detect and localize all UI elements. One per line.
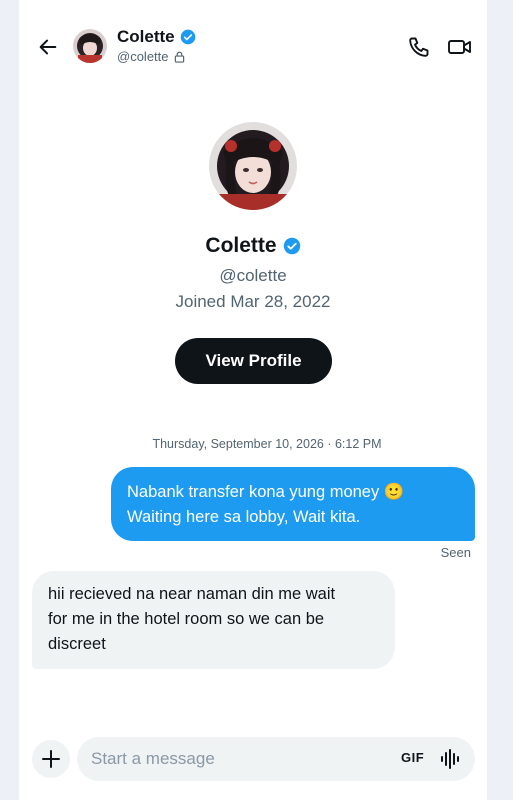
incoming-message-bubble[interactable]: hii recieved na near naman din me wait f… [32, 571, 395, 669]
lock-icon [174, 51, 184, 63]
plus-icon [42, 750, 60, 768]
header-handle-row: @colette [117, 49, 185, 64]
phone-icon [409, 37, 429, 57]
message-line: hii recieved na near naman din me wait [48, 585, 336, 603]
video-camera-icon [448, 40, 471, 54]
profile-joined-date: Joined Mar 28, 2022 [175, 292, 331, 311]
conversation-header: Colette @colette [19, 0, 487, 90]
profile-name-row: Colette [19, 234, 487, 258]
header-handle: @colette [117, 49, 169, 64]
verified-badge-icon [180, 29, 195, 45]
profile-handle: @colette [219, 266, 287, 285]
outgoing-message-bubble[interactable]: Nabank transfer kona yung money 🙂 Waitin… [111, 467, 475, 541]
profile-avatar[interactable] [209, 122, 297, 210]
message-line: Nabank transfer kona yung money 🙂 [127, 483, 405, 501]
add-media-button[interactable] [32, 740, 70, 778]
verified-badge-icon [283, 237, 300, 255]
header-display-name: Colette [117, 27, 175, 46]
voice-message-button[interactable] [439, 748, 461, 770]
message-line: Waiting here sa lobby, Wait kita. [127, 508, 361, 526]
header-name-row: Colette [117, 27, 196, 47]
voice-call-button[interactable] [405, 33, 433, 61]
message-composer: GIF [77, 737, 475, 781]
gif-button[interactable]: GIF [401, 750, 424, 765]
header-avatar[interactable] [73, 29, 107, 63]
seen-status: Seen [440, 545, 471, 560]
video-call-button[interactable] [445, 33, 475, 61]
voice-waveform-icon [441, 749, 459, 769]
back-button[interactable] [33, 32, 63, 62]
dm-conversation-panel: Colette @colette Colette @colette Joined… [19, 0, 487, 800]
profile-display-name: Colette [205, 234, 277, 257]
view-profile-button[interactable]: View Profile [175, 338, 332, 384]
message-line: discreet [48, 635, 106, 653]
message-input[interactable] [91, 737, 391, 781]
arrow-left-icon [39, 39, 57, 55]
message-timestamp: Thursday, September 10, 2026 · 6:12 PM [152, 437, 382, 451]
message-line: for me in the hotel room so we can be [48, 610, 325, 628]
